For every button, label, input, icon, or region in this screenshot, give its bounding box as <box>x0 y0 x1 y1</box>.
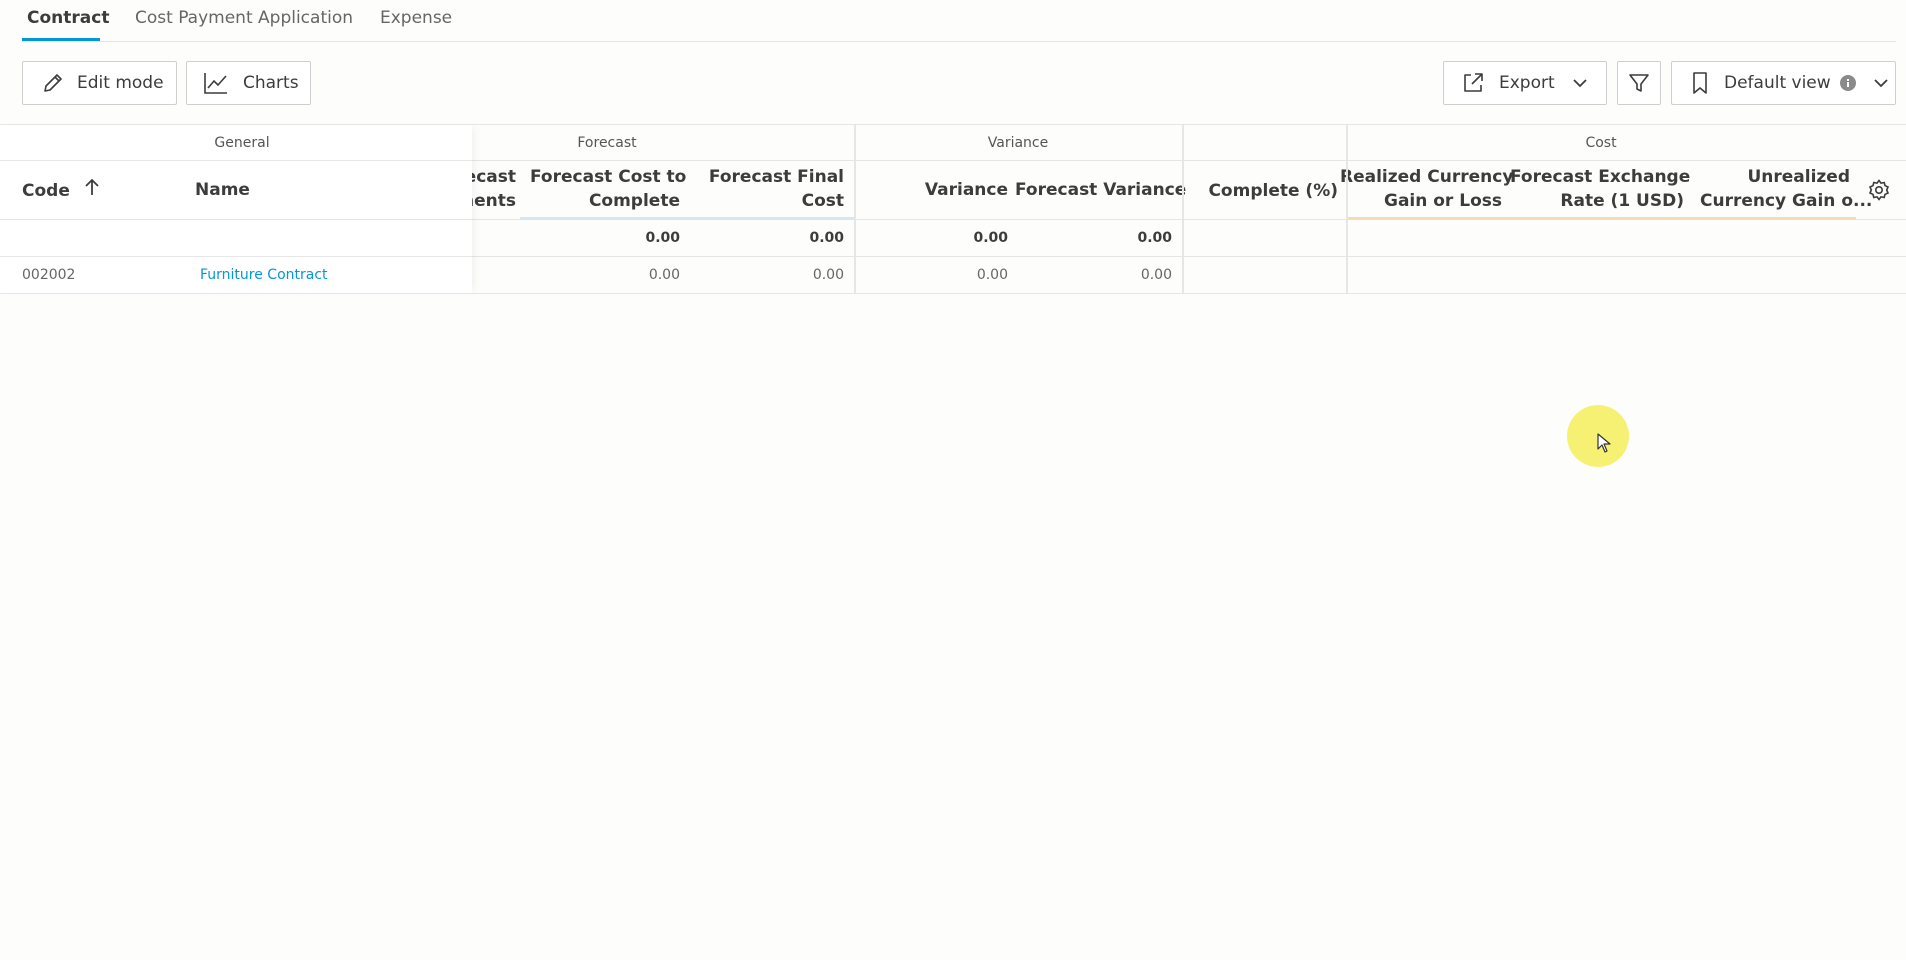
column-header-variance[interactable]: Variance <box>880 178 1008 202</box>
cell-variance: 0.00 <box>976 267 1008 283</box>
group-general: General <box>214 135 270 151</box>
export-label: Export <box>1499 73 1555 93</box>
pencil-icon <box>41 71 65 95</box>
column-header-forecast-variance[interactable]: Forecast Variance <box>1015 178 1186 202</box>
edit-mode-label: Edit mode <box>77 73 164 93</box>
cell-code: 002002 <box>22 267 76 283</box>
edit-mode-button[interactable]: Edit mode <box>22 61 177 105</box>
charts-button[interactable]: Charts <box>186 61 311 105</box>
cell-forecast-cost-to-complete: 0.00 <box>648 267 680 283</box>
chevron-down-icon <box>1872 74 1890 92</box>
funnel-icon <box>1627 71 1651 95</box>
header-text: Gain or Loss <box>1383 191 1502 211</box>
header-text: Realized Currency <box>1340 167 1514 187</box>
header-text: Rate (1 USD) <box>1560 191 1684 211</box>
header-text: Forecast Cost to <box>530 167 687 187</box>
group-variance: Variance <box>987 135 1049 151</box>
column-settings-gear-icon[interactable] <box>1867 178 1891 206</box>
contract-name-link[interactable]: Furniture Contract <box>200 267 328 283</box>
header-text: Currency Gain o... <box>1700 191 1873 211</box>
group-cost: Cost <box>1585 135 1617 151</box>
header-text: Unrealized <box>1747 167 1850 187</box>
sort-ascending-arrow-icon <box>84 178 100 203</box>
general-summary-cell <box>0 220 472 257</box>
summary-forecast-final-cost: 0.00 <box>809 230 844 246</box>
column-header-forecast-cost-to-complete[interactable]: Forecast Cost to Complete <box>530 165 687 213</box>
group-forecast: Forecast <box>577 135 637 151</box>
header-text: Cost <box>801 191 844 211</box>
cell-forecast-variance: 0.00 <box>1140 267 1172 283</box>
filter-button[interactable] <box>1617 61 1661 105</box>
default-view-button[interactable]: Default view <box>1671 61 1896 105</box>
column-header-unrealized-currency-gain[interactable]: Unrealized Currency Gain o... <box>1700 165 1873 213</box>
general-group-header: General <box>0 124 472 161</box>
tab-contract[interactable]: Contract <box>27 8 109 28</box>
header-text: Forecast Final <box>708 167 844 187</box>
column-header-code[interactable]: Code <box>22 178 100 203</box>
charts-label: Charts <box>243 73 299 93</box>
column-separator <box>854 124 856 294</box>
share-export-icon <box>1461 71 1485 95</box>
default-view-label: Default view <box>1724 73 1831 93</box>
column-header-realized-currency-gain-or-loss[interactable]: Realized Currency Gain or Loss <box>1340 165 1514 213</box>
column-header-complete-percent[interactable]: Complete (%) <box>1190 179 1338 203</box>
tab-expense[interactable]: Expense <box>380 8 452 28</box>
column-separator <box>1346 124 1348 294</box>
column-header-forecast-final-cost[interactable]: Forecast Final Cost <box>700 165 844 213</box>
tab-divider <box>22 41 1896 42</box>
cell-forecast-final-cost: 0.00 <box>812 267 844 283</box>
frozen-general-pane: General Code Name 002002 Furniture Contr… <box>0 124 472 294</box>
mouse-pointer-icon <box>1597 433 1611 457</box>
line-chart-icon <box>203 71 229 95</box>
header-text: Code <box>22 180 70 201</box>
header-text: Forecast Exchange <box>1510 167 1691 187</box>
summary-variance: 0.00 <box>973 230 1008 246</box>
column-header-forecast-exchange-rate[interactable]: Forecast Exchange Rate (1 USD) <box>1510 165 1691 213</box>
chevron-down-icon <box>1571 74 1589 92</box>
tab-cost-payment-application[interactable]: Cost Payment Application <box>135 8 353 28</box>
column-header-name[interactable]: Name <box>195 178 250 202</box>
column-separator <box>1182 124 1184 294</box>
summary-forecast-variance: 0.00 <box>1137 230 1172 246</box>
general-data-cells: 002002 Furniture Contract <box>0 257 472 294</box>
summary-forecast-cost-to-complete: 0.00 <box>645 230 680 246</box>
export-button[interactable]: Export <box>1443 61 1607 105</box>
info-icon[interactable] <box>1839 75 1856 91</box>
general-column-headers: Code Name <box>0 161 472 220</box>
bookmark-icon <box>1690 71 1710 95</box>
header-text: Complete <box>588 191 680 211</box>
